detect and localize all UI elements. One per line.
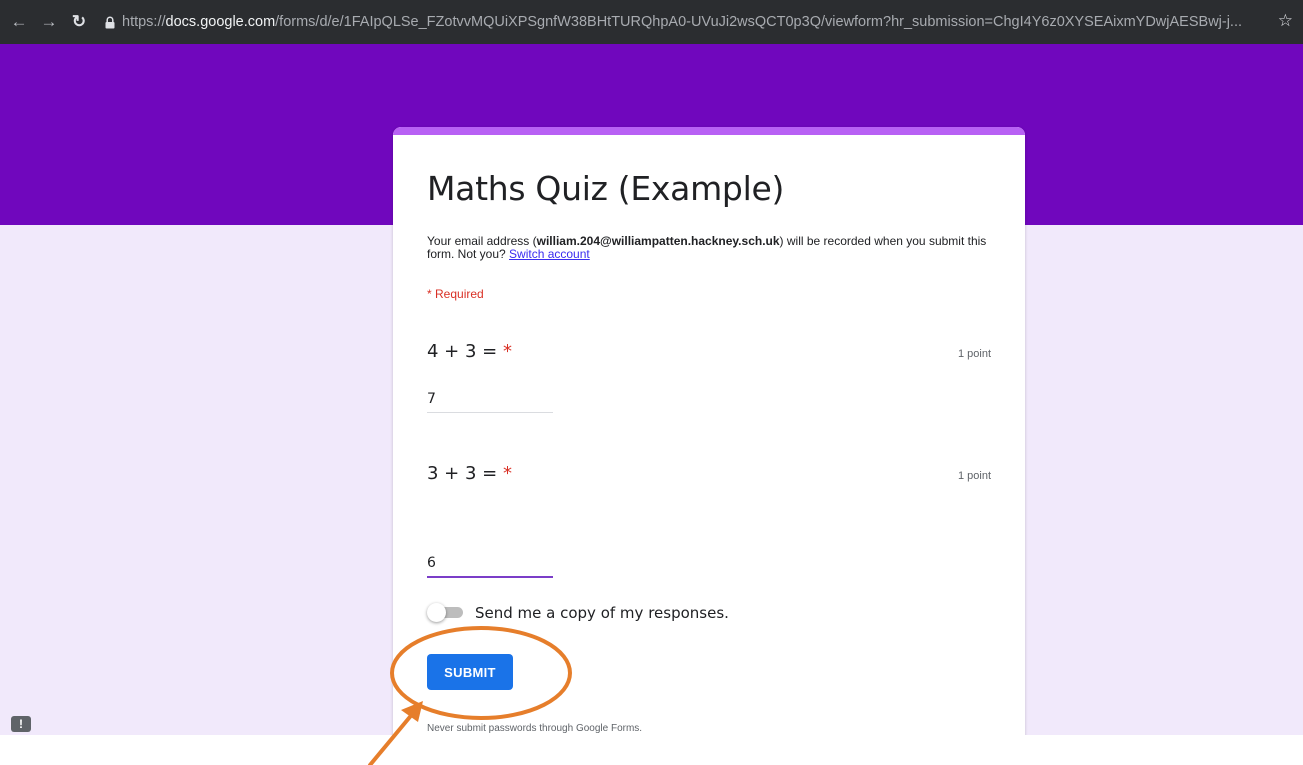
toggle-thumb xyxy=(427,603,446,622)
screenshot-root: ← → ↻ https://docs.google.com/forms/d/e/… xyxy=(0,0,1303,765)
back-arrow-icon[interactable]: ← xyxy=(8,11,30,33)
switch-account-link[interactable]: Switch account xyxy=(509,247,590,261)
url-prefix: https:// xyxy=(122,14,166,30)
send-copy-toggle[interactable] xyxy=(427,602,463,622)
form-card: Maths Quiz (Example) Your email address … xyxy=(393,127,1025,735)
question-points: 1 point xyxy=(957,470,991,482)
card-accent-bar xyxy=(393,127,1025,135)
forward-arrow-icon[interactable]: → xyxy=(38,11,60,33)
report-icon[interactable]: ! xyxy=(11,716,31,732)
submit-button[interactable]: SUBMIT xyxy=(427,654,513,690)
lock-icon xyxy=(104,15,116,29)
email-address: william.204@williampatten.hackney.sch.uk xyxy=(536,234,780,248)
question-points: 1 point xyxy=(957,348,991,360)
required-asterisk: * xyxy=(502,463,512,484)
question-title: 3 + 3 = * xyxy=(427,463,512,484)
email-notice-prefix: Your email address ( xyxy=(427,234,537,248)
answer-input[interactable] xyxy=(427,550,553,578)
star-icon[interactable]: ☆ xyxy=(1278,11,1293,31)
question-text: 3 + 3 = xyxy=(427,463,503,484)
password-warning: Never submit passwords through Google Fo… xyxy=(427,723,643,734)
required-asterisk: * xyxy=(502,341,512,362)
form-title: Maths Quiz (Example) xyxy=(427,169,785,208)
address-bar[interactable]: https://docs.google.com/forms/d/e/1FAIpQ… xyxy=(122,14,1252,30)
reload-icon[interactable]: ↻ xyxy=(68,11,90,33)
url-path: /forms/d/e/1FAIpQLSe_FZotvvMQUiXPSgnfW38… xyxy=(275,14,1243,30)
question-text: 4 + 3 = xyxy=(427,341,503,362)
send-copy-label: Send me a copy of my responses. xyxy=(475,604,729,622)
browser-toolbar: ← → ↻ https://docs.google.com/forms/d/e/… xyxy=(0,0,1303,44)
answer-input[interactable] xyxy=(427,385,553,413)
question-title: 4 + 3 = * xyxy=(427,341,512,362)
required-note: * Required xyxy=(427,287,484,301)
form-page: Maths Quiz (Example) Your email address … xyxy=(0,44,1303,735)
url-host: docs.google.com xyxy=(165,14,276,30)
email-notice: Your email address (william.204@williamp… xyxy=(427,235,1002,261)
